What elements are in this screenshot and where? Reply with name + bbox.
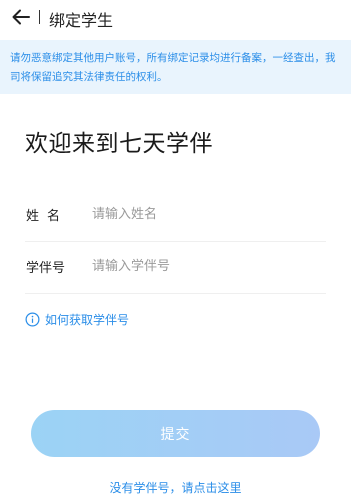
app-header: 绑定学生 [0,0,351,34]
info-circle-icon [25,312,40,327]
warning-notice: 请勿恶意绑定其他用户账号，所有绑定记录均进行备案，一经查出，我司将保留追究其法律… [0,40,351,94]
help-link-label: 如何获取学伴号 [45,313,130,327]
page-title: 绑定学生 [49,11,114,30]
arrow-left-icon [12,9,30,25]
name-field-row: 姓名 [25,190,326,242]
name-input[interactable] [92,202,312,226]
welcome-heading: 欢迎来到七天学伴 [25,131,213,157]
student-id-input[interactable] [92,254,312,278]
student-id-field-row: 学伴号 [25,242,326,294]
no-id-link[interactable]: 没有学伴号，请点击这里 [0,479,351,496]
header-divider [39,10,40,24]
submit-button[interactable]: 提交 [31,410,320,457]
name-label: 姓名 [26,209,69,224]
how-to-get-id-link[interactable]: 如何获取学伴号 [25,311,129,328]
back-button[interactable] [10,6,32,28]
student-id-label: 学伴号 [26,261,66,276]
notice-text: 请勿恶意绑定其他用户账号，所有绑定记录均进行备案，一经查出，我司将保留追究其法律… [10,52,336,83]
